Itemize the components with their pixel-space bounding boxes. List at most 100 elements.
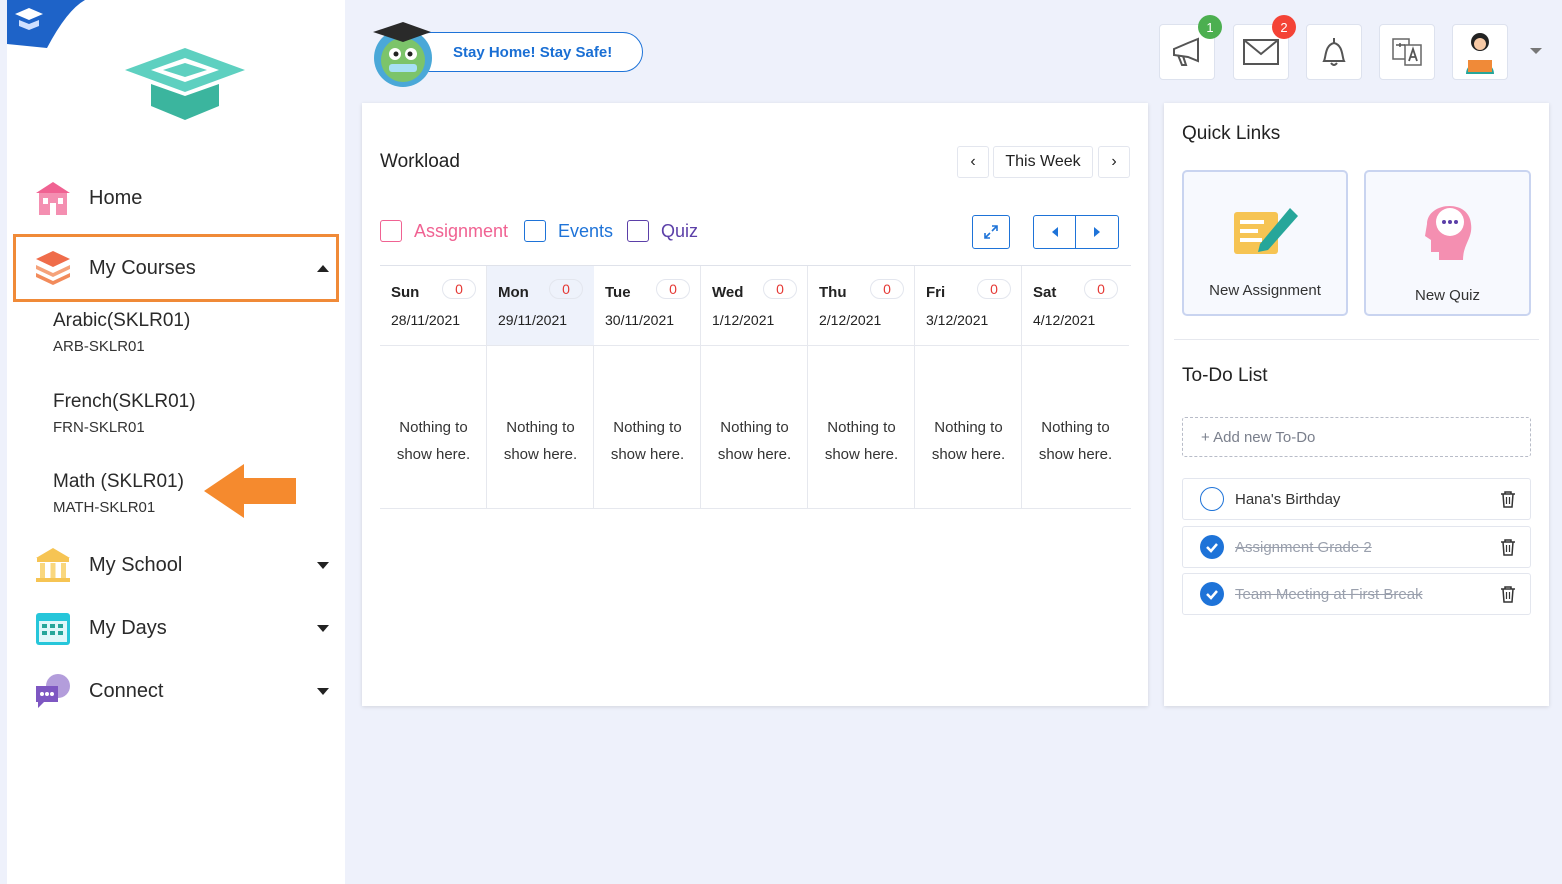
day-count: 0 — [442, 279, 476, 299]
checkbox[interactable] — [524, 220, 546, 242]
quick-links-card: Quick Links New Assignment New Quiz To-D… — [1164, 103, 1549, 706]
day-date: 29/11/2021 — [498, 312, 568, 328]
todo-item[interactable]: Hana's Birthday — [1182, 478, 1531, 520]
user-avatar-icon — [1466, 33, 1494, 74]
nav-label: My Courses — [89, 256, 196, 279]
caret-down-icon[interactable] — [317, 624, 329, 632]
day-column[interactable]: Wed 0 1/12/2021 Nothing to show here. — [701, 266, 808, 509]
add-todo-input[interactable]: + Add new To-Do — [1182, 417, 1531, 457]
day-count: 0 — [549, 279, 583, 299]
empty-state: Nothing to show here. — [503, 419, 578, 463]
day-name: Mon — [498, 284, 529, 301]
new-assignment-tile[interactable]: New Assignment — [1182, 170, 1348, 316]
checkmark-icon — [1206, 590, 1218, 600]
nav-label: My School — [89, 553, 183, 576]
announcements-button[interactable]: 1 — [1159, 15, 1222, 80]
app-corner-logo-icon[interactable] — [7, 0, 87, 48]
mascot-avatar-icon — [373, 22, 432, 87]
day-count: 0 — [763, 279, 797, 299]
nav-my-school[interactable]: My School — [7, 535, 345, 595]
course-item[interactable]: Math (SKLR01) MATH-SKLR01 — [53, 471, 184, 516]
trash-icon[interactable] — [1500, 490, 1516, 508]
nav-connect[interactable]: Connect — [7, 661, 345, 721]
new-quiz-icon — [1424, 205, 1471, 260]
trash-icon[interactable] — [1500, 538, 1516, 556]
divider — [1174, 339, 1539, 340]
messages-badge: 2 — [1272, 15, 1296, 39]
course-name: French(SKLR01) — [53, 391, 196, 412]
caret-down-icon[interactable] — [317, 687, 329, 695]
day-column[interactable]: Thu 0 2/12/2021 Nothing to show here. — [808, 266, 915, 509]
course-code: MATH-SKLR01 — [53, 499, 156, 516]
caret-down-icon[interactable] — [317, 561, 329, 569]
caret-right-icon — [1094, 227, 1100, 237]
day-date: 1/12/2021 — [712, 312, 775, 328]
day-header: Tue 0 30/11/2021 — [594, 266, 701, 346]
day-date: 30/11/2021 — [605, 312, 675, 328]
day-header: Sun 0 28/11/2021 — [380, 266, 487, 346]
new-quiz-tile[interactable]: New Quiz — [1364, 170, 1531, 316]
day-header: Mon 0 29/11/2021 — [487, 266, 594, 346]
language-button[interactable] — [1379, 24, 1435, 80]
next-week-button[interactable]: › — [1098, 146, 1130, 178]
school-building-icon — [33, 178, 73, 218]
calendar-icon — [33, 608, 73, 648]
day-header: Wed 0 1/12/2021 — [701, 266, 808, 346]
prev-week-button[interactable]: ‹ — [957, 146, 989, 178]
expand-icon — [984, 225, 998, 239]
messages-button[interactable]: 2 — [1233, 15, 1296, 80]
quick-links-title: Quick Links — [1182, 123, 1281, 144]
caret-left-icon — [1051, 227, 1058, 237]
empty-state: Nothing to show here. — [717, 419, 792, 463]
course-item[interactable]: Arabic(SKLR01) ARB-SKLR01 — [53, 310, 190, 355]
filter-label: Events — [558, 220, 614, 241]
sidebar: Home My Courses Arabic(SKLR01) ARB-SKLR0… — [7, 0, 345, 884]
day-header: Sat 0 4/12/2021 — [1022, 266, 1129, 346]
day-column[interactable]: Mon 0 29/11/2021 Nothing to show here. — [487, 266, 594, 509]
megaphone-icon — [1173, 37, 1199, 66]
todo-checkbox[interactable] — [1200, 487, 1224, 511]
empty-state: Nothing to show here. — [396, 419, 471, 463]
scroll-left-button[interactable] — [1034, 216, 1076, 248]
profile-dropdown-icon[interactable] — [1530, 48, 1542, 54]
chevron-right-icon: › — [1111, 153, 1117, 170]
todo-title: To-Do List — [1182, 365, 1268, 386]
nav-my-courses[interactable]: My Courses — [7, 238, 345, 298]
workload-card: Workload ‹ This Week › Assignment Events… — [362, 103, 1148, 706]
todo-item[interactable]: Assignment Grade 2 — [1182, 526, 1531, 568]
scroll-right-button[interactable] — [1076, 216, 1118, 248]
filter-quiz[interactable]: Quiz — [627, 220, 698, 242]
week-grid: Sun 0 28/11/2021 Nothing to show here. Mo… — [380, 265, 1131, 509]
day-header: Thu 0 2/12/2021 — [808, 266, 915, 346]
school-logo-icon — [125, 48, 245, 120]
checkbox[interactable] — [627, 220, 649, 242]
stay-safe-banner[interactable]: Stay Home! Stay Safe! — [410, 32, 643, 72]
filter-events[interactable]: Events — [524, 220, 613, 242]
notifications-button[interactable] — [1306, 24, 1362, 80]
day-name: Thu — [819, 284, 847, 301]
empty-state: Nothing to show here. — [931, 419, 1006, 463]
expand-button[interactable] — [972, 215, 1010, 249]
filter-assignment[interactable]: Assignment — [380, 220, 508, 242]
announcements-badge: 1 — [1198, 15, 1222, 39]
course-item[interactable]: French(SKLR01) FRN-SKLR01 — [53, 391, 196, 436]
nav-home[interactable]: Home — [7, 168, 345, 228]
todo-text: Hana's Birthday — [1235, 490, 1341, 508]
todo-checkbox[interactable] — [1200, 535, 1224, 559]
nav-my-days[interactable]: My Days — [7, 598, 345, 658]
checkbox[interactable] — [380, 220, 402, 242]
empty-state: Nothing to show here. — [610, 419, 685, 463]
day-name: Fri — [926, 284, 946, 301]
bell-icon — [1322, 38, 1346, 66]
day-column[interactable]: Fri 0 3/12/2021 Nothing to show here. — [915, 266, 1022, 509]
this-week-button[interactable]: This Week — [993, 146, 1093, 178]
todo-checkbox[interactable] — [1200, 582, 1224, 606]
caret-up-icon[interactable] — [317, 264, 329, 272]
day-name: Sat — [1033, 284, 1057, 301]
profile-button[interactable] — [1452, 24, 1508, 80]
day-column[interactable]: Tue 0 30/11/2021 Nothing to show here. — [594, 266, 701, 509]
day-column[interactable]: Sat 0 4/12/2021 Nothing to show here. — [1022, 266, 1129, 509]
day-column[interactable]: Sun 0 28/11/2021 Nothing to show here. — [380, 266, 487, 509]
todo-item[interactable]: Team Meeting at First Break — [1182, 573, 1531, 615]
trash-icon[interactable] — [1500, 585, 1516, 603]
